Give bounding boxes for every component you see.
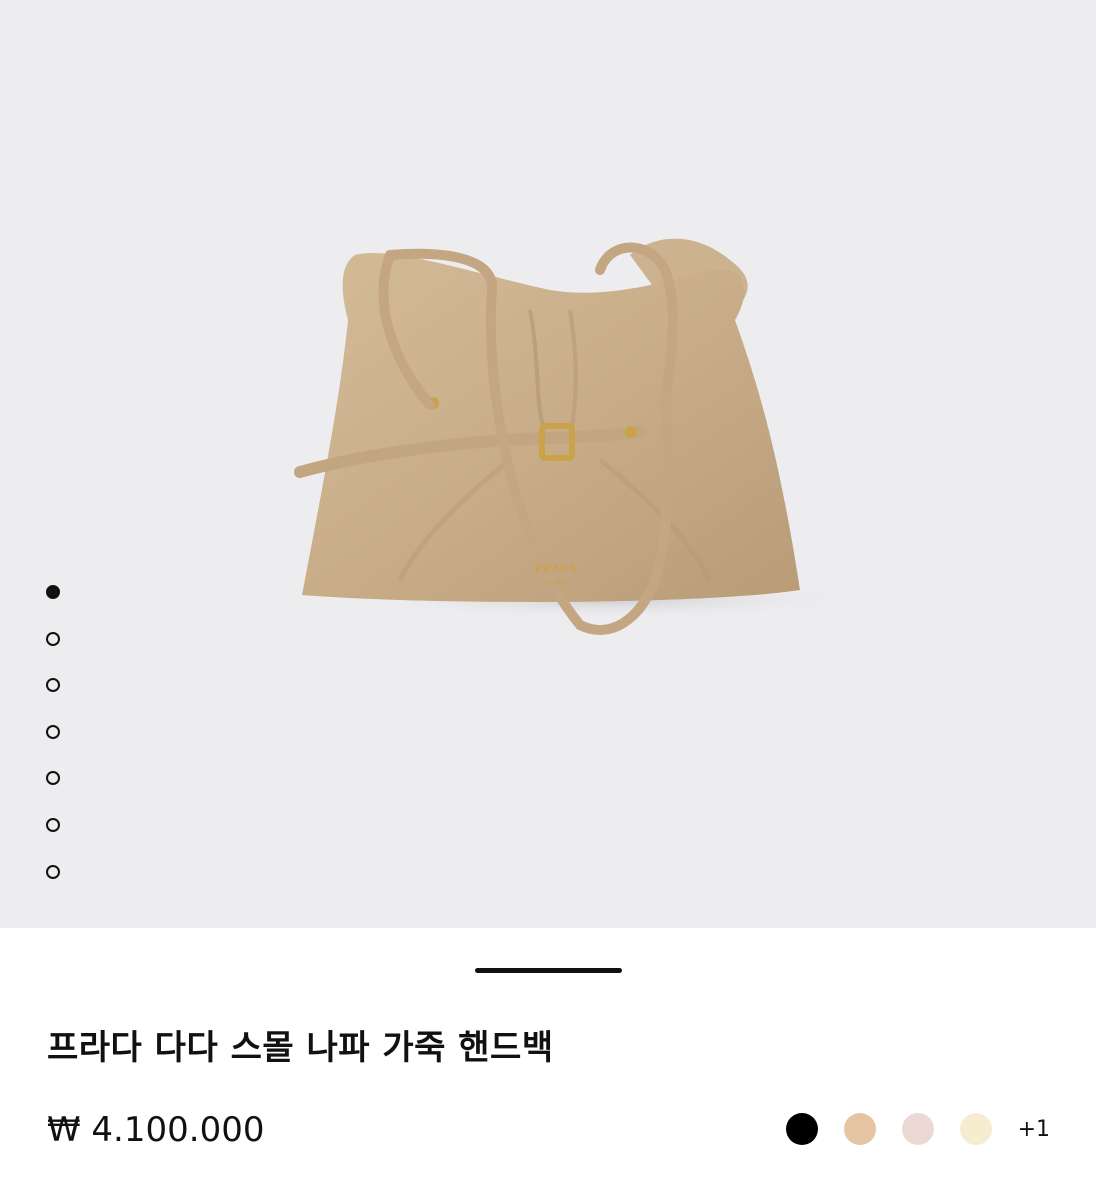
product-image: PRADA MILANO xyxy=(294,238,840,635)
swatch-black[interactable] xyxy=(785,1113,818,1145)
gallery-dot[interactable] xyxy=(46,817,60,832)
product-info-sheet: 프라다 다다 스몰 나파 가죽 핸드백 ₩ 4.100.000 +1 xyxy=(0,928,1096,1200)
more-colors-label[interactable]: +1 xyxy=(1018,1117,1050,1142)
gallery-dot[interactable] xyxy=(46,585,60,599)
gallery-pagination xyxy=(46,585,66,911)
gallery-dot[interactable] xyxy=(46,724,60,739)
gallery-dot[interactable] xyxy=(46,678,60,693)
swatch-cream[interactable] xyxy=(959,1113,992,1145)
swatch-beige[interactable] xyxy=(843,1113,876,1145)
brand-sub: MILANO xyxy=(546,580,565,586)
color-swatches: +1 xyxy=(785,1113,1050,1145)
product-price: ₩ 4.100.000 xyxy=(47,1110,265,1150)
gallery-dot[interactable] xyxy=(46,771,60,786)
gallery-dot[interactable] xyxy=(46,631,60,646)
swatch-pink[interactable] xyxy=(901,1113,934,1145)
product-title: 프라다 다다 스몰 나파 가죽 핸드백 xyxy=(47,1028,554,1068)
product-gallery[interactable]: PRADA MILANO xyxy=(0,0,1096,928)
gallery-dot[interactable] xyxy=(46,864,60,879)
sheet-drag-handle[interactable] xyxy=(475,968,622,973)
brand-logo: PRADA xyxy=(535,561,577,575)
